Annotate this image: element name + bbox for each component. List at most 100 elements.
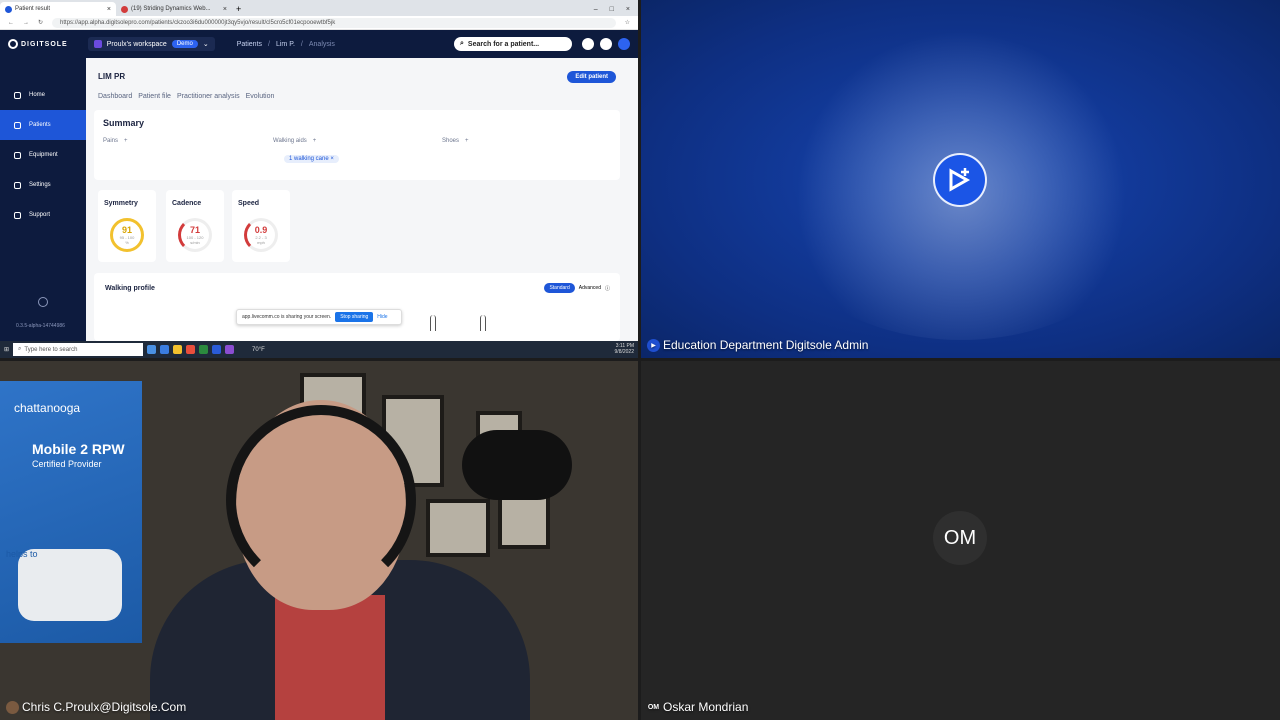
browser-tab-label: (19) Striding Dynamics Web... xyxy=(131,6,211,12)
poster-product: Mobile 2 RPW xyxy=(32,441,125,457)
sharing-text: app.livecomm.co is sharing your screen. xyxy=(242,314,332,320)
participant-tile-education[interactable]: ▶ Education Department Digitsole Admin xyxy=(641,0,1280,358)
youtube-favicon-icon xyxy=(121,5,128,13)
collapse-sidebar-icon[interactable] xyxy=(38,297,48,307)
reload-icon[interactable]: ↻ xyxy=(38,19,43,26)
microphone xyxy=(462,430,572,500)
tab-evolution[interactable]: Evolution xyxy=(246,93,275,100)
file-explorer-icon[interactable] xyxy=(173,345,183,354)
breadcrumb-patients[interactable]: Patients xyxy=(237,41,262,48)
equipment-icon xyxy=(14,151,21,159)
participant-badge-icon: ▶ xyxy=(647,338,660,352)
edit-patient-button[interactable]: Edit patient xyxy=(567,71,616,83)
participant-avatar-icon xyxy=(6,700,19,714)
maximize-icon[interactable]: □ xyxy=(610,6,614,13)
screen-share-tile[interactable]: Patient result × (19) Striding Dynamics … xyxy=(0,0,638,358)
sidebar-item-label: Patients xyxy=(29,122,51,128)
forward-icon[interactable]: → xyxy=(23,20,29,26)
notifications-icon[interactable] xyxy=(600,38,612,50)
word-icon[interactable] xyxy=(212,345,222,354)
digitsole-favicon-icon xyxy=(5,5,12,13)
workspace-selector[interactable]: Proulx's workspace Demo ⌄ xyxy=(87,37,215,51)
close-tab-icon[interactable]: × xyxy=(223,6,227,13)
cadence-gauge: 71 100 - 120 s/min xyxy=(178,218,212,252)
symmetry-gauge: 91 95 - 100 % xyxy=(110,218,144,252)
task-view-icon[interactable] xyxy=(147,345,157,354)
breadcrumb-patient[interactable]: Lim P. xyxy=(276,41,295,48)
add-pain-icon[interactable]: + xyxy=(124,138,128,144)
sidebar-item-label: Home xyxy=(29,92,46,98)
poster-tagline: helps to xyxy=(6,549,38,559)
close-window-icon[interactable]: × xyxy=(626,6,630,13)
walking-profile-title: Walking profile xyxy=(105,285,155,292)
info-icon[interactable]: ⓘ xyxy=(605,285,610,292)
add-shoe-icon[interactable]: + xyxy=(465,138,469,144)
sidebar-item-patients[interactable]: Patients xyxy=(0,110,86,140)
patient-tabs: Dashboard Patient file Practitioner anal… xyxy=(98,93,274,100)
walking-aid-chip[interactable]: 1 walking cane × xyxy=(284,155,339,163)
app-sidebar: Home Patients Equipment Settings Support… xyxy=(0,58,86,341)
messages-icon[interactable] xyxy=(582,38,594,50)
taskbar-search[interactable]: ⌕ Type here to search xyxy=(13,343,144,356)
metric-unit: % xyxy=(125,239,129,245)
gear-icon xyxy=(14,181,21,189)
screen-sharing-bar: app.livecomm.co is sharing your screen. … xyxy=(236,309,402,325)
sidebar-item-label: Settings xyxy=(29,182,51,188)
walking-aids-field: Walking aids + xyxy=(273,138,316,144)
support-icon xyxy=(14,211,21,219)
back-icon[interactable]: ← xyxy=(8,20,14,26)
cadence-card: Cadence 71 100 - 120 s/min xyxy=(166,190,224,262)
patient-main: LIM PR Edit patient Dashboard Patient fi… xyxy=(86,58,638,341)
minimize-icon[interactable]: – xyxy=(594,6,598,13)
sidebar-item-home[interactable]: Home xyxy=(0,80,86,110)
speed-card: Speed 0.9 2.2 - 3 mph xyxy=(232,190,290,262)
speed-gauge: 0.9 2.2 - 3 mph xyxy=(244,218,278,252)
close-tab-icon[interactable]: × xyxy=(107,6,111,13)
sidebar-item-support[interactable]: Support xyxy=(0,200,86,230)
teams-icon[interactable] xyxy=(225,345,235,354)
participant-initials-badge: OM xyxy=(647,703,660,711)
search-label: Search for a patient... xyxy=(467,40,540,48)
edge-icon[interactable] xyxy=(160,345,170,354)
browser-tab-1[interactable]: Patient result × xyxy=(0,2,116,16)
sidebar-item-label: Equipment xyxy=(29,152,58,158)
patient-search[interactable]: ⌕ Search for a patient... xyxy=(454,37,572,51)
avatar: OM xyxy=(933,511,987,565)
tab-practitioner-analysis[interactable]: Practitioner analysis xyxy=(177,93,240,100)
breadcrumb-analysis: Analysis xyxy=(308,40,335,48)
summary-card: Summary Pains + Walking aids + Shoes + 1 wa… xyxy=(94,110,620,180)
patient-name: LIM PR xyxy=(98,72,126,81)
standard-toggle[interactable]: Standard xyxy=(544,283,575,293)
sidebar-item-settings[interactable]: Settings xyxy=(0,170,86,200)
participant-tile-chris[interactable]: chattanooga Mobile 2 RPW Certified Provi… xyxy=(0,361,638,720)
metric-unit: s/min xyxy=(190,239,200,245)
browser-tab-label: Patient result xyxy=(15,6,51,12)
logo-mark-icon xyxy=(8,39,18,49)
tab-dashboard[interactable]: Dashboard xyxy=(98,93,132,100)
browser-tabbar: Patient result × (19) Striding Dynamics … xyxy=(0,0,638,16)
taskbar-clock[interactable]: 3:11 PM 9/8/2022 xyxy=(614,343,634,355)
remove-chip-icon[interactable]: × xyxy=(330,156,334,162)
start-icon[interactable]: ⊞ xyxy=(4,346,9,353)
logo-text: DIGITSOLE xyxy=(21,40,68,48)
advanced-toggle[interactable]: Advanced xyxy=(579,285,601,291)
participant-tile-oskar[interactable]: OM OM Oskar Mondrian xyxy=(641,361,1280,720)
excel-icon[interactable] xyxy=(199,345,209,354)
stop-sharing-button[interactable]: Stop sharing xyxy=(335,312,374,322)
chrome-icon[interactable] xyxy=(186,345,196,354)
workspace-name: Proulx's workspace xyxy=(106,40,167,48)
taskbar-date: 9/8/2022 xyxy=(614,348,634,355)
add-walking-aid-icon[interactable]: + xyxy=(313,138,317,144)
metric-label: Symmetry xyxy=(104,200,138,207)
browser-tab-2[interactable]: (19) Striding Dynamics Web... × xyxy=(116,2,232,16)
search-icon: ⌕ xyxy=(460,40,464,47)
sidebar-item-equipment[interactable]: Equipment xyxy=(0,140,86,170)
summary-title: Summary xyxy=(103,118,145,128)
extensions-icon[interactable]: ☆ xyxy=(625,19,630,26)
logout-icon[interactable] xyxy=(618,38,630,50)
hide-button[interactable]: Hide xyxy=(377,314,387,320)
url-field[interactable]: https://app.alpha.digitsolepro.com/patie… xyxy=(52,17,616,28)
new-tab-icon[interactable]: + xyxy=(232,4,245,16)
tab-patient-file[interactable]: Patient file xyxy=(138,93,171,100)
patients-icon xyxy=(14,121,21,129)
